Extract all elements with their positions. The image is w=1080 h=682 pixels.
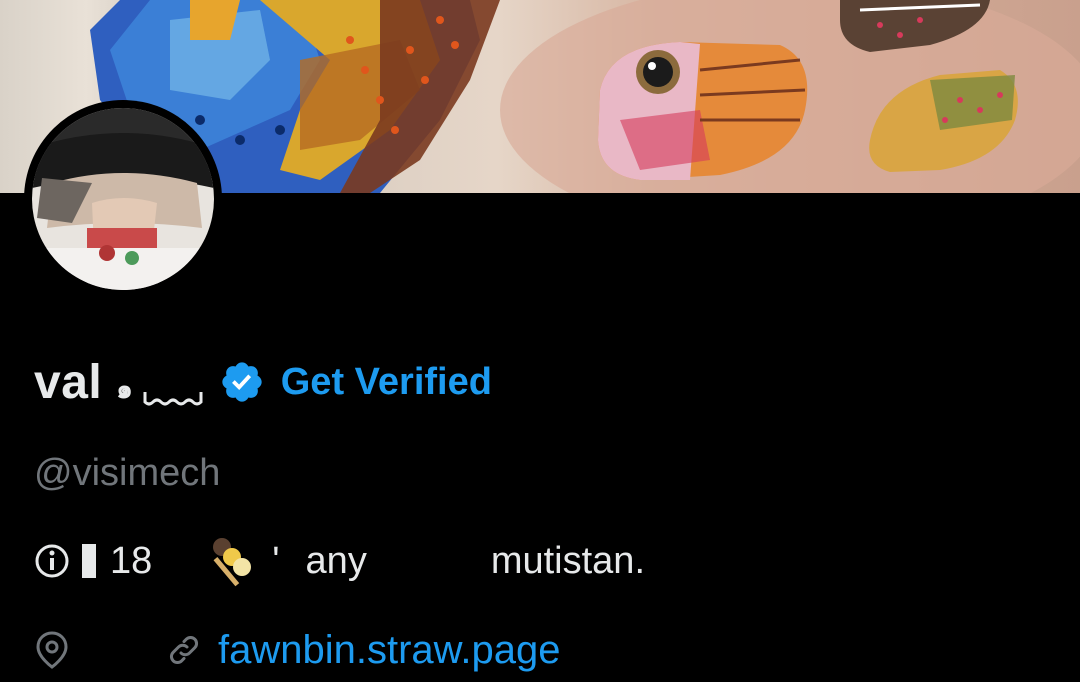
get-verified-label: Get Verified (280, 360, 492, 403)
bio-text-3: mutistan. (490, 539, 645, 582)
name-row: val ๑ Get Verified (34, 352, 492, 412)
wave-decoration-icon (143, 391, 203, 405)
name-decoration-swirl: ๑ (116, 373, 133, 404)
profile-meta: fawnbin.straw.page (34, 624, 560, 676)
profile-link-item: fawnbin.straw.page (166, 628, 560, 673)
display-name: val (34, 355, 103, 409)
avatar-image (32, 108, 214, 290)
location-pin-icon (36, 631, 68, 669)
bar-glyph-icon (82, 544, 96, 578)
dango-emoji (213, 538, 252, 587)
verified-badge-icon (222, 362, 262, 402)
name-decoration: ๑ (116, 355, 205, 410)
bio-text-2: any (305, 539, 367, 582)
info-circle-icon (35, 544, 69, 578)
profile-handle: @visimech (34, 452, 221, 494)
profile-link[interactable]: fawnbin.straw.page (218, 628, 560, 673)
link-icon (170, 636, 198, 664)
bio-text-1: ' (272, 539, 280, 582)
avatar[interactable] (24, 100, 222, 298)
get-verified-button[interactable]: Get Verified (219, 359, 492, 405)
bio-age: 18 (110, 539, 153, 582)
bio: 18 ' any mutistan. (34, 536, 645, 587)
